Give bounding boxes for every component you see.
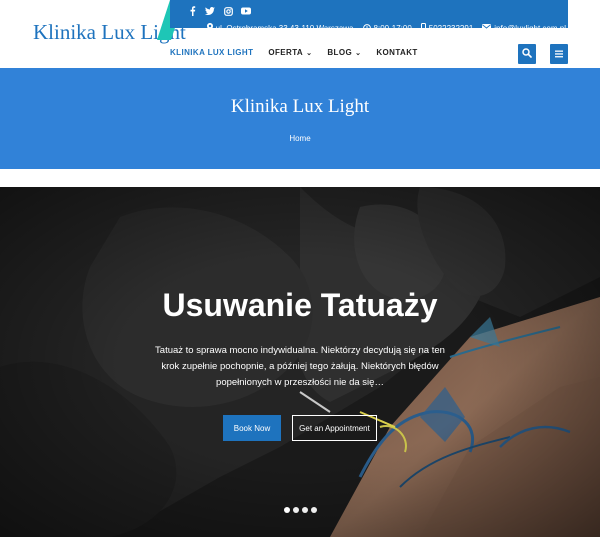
clock-icon [362,23,371,34]
menu-button[interactable] [550,44,568,64]
nav-item-kontakt[interactable]: KONTAKT [376,48,417,57]
twitter-icon[interactable] [205,6,215,16]
slider-dot[interactable] [302,507,308,513]
search-button[interactable] [518,44,536,64]
phone-text[interactable]: 5022232291 [429,24,474,33]
slider-pagination [284,507,317,513]
hours-item: 8:00-17:00 [362,23,412,34]
hamburger-icon [555,45,563,63]
book-now-button[interactable]: Book Now [223,415,281,441]
email-item[interactable]: info@luxlight.com.pl [482,24,566,33]
hero-slider: Usuwanie Tatuaży Tatuaż to sprawa mocno … [0,187,600,537]
address-item: ul. Ostrobramska 33 43-110 Warszawa [206,23,354,34]
slider-dot[interactable] [284,507,290,513]
nav-item-oferta[interactable]: OFERTA ⌄ [268,48,312,57]
get-appointment-button[interactable]: Get an Appointment [292,415,377,441]
youtube-icon[interactable] [241,6,251,16]
nav-item-klinika[interactable]: KLINIKA LUX LIGHT [170,48,253,57]
contact-info: ul. Ostrobramska 33 43-110 Warszawa 8:00… [206,23,566,34]
page-banner: Klinika Lux Light Home [0,68,600,169]
envelope-icon [482,24,492,33]
hero-title: Usuwanie Tatuaży [162,287,438,323]
map-marker-icon [206,23,213,34]
instagram-icon[interactable] [223,6,233,16]
facebook-icon[interactable] [187,6,197,16]
main-nav: KLINIKA LUX LIGHT OFERTA ⌄ BLOG ⌄ KONTAKT [170,48,418,57]
hero-description: Tatuaż to sprawa mocno indywidualna. Nie… [155,345,445,388]
chevron-down-icon: ⌄ [306,50,313,57]
address-text: ul. Ostrobramska 33 43-110 Warszawa [215,24,354,33]
search-icon [522,45,532,63]
breadcrumb[interactable]: Home [0,134,600,143]
site-header: Klinika Lux Light ul. Ostrobramska 33 43… [0,0,600,68]
page-title: Klinika Lux Light [230,96,370,117]
nav-item-blog[interactable]: BLOG ⌄ [327,48,361,57]
phone-icon [420,23,426,34]
nav-item-label: OFERTA [268,48,304,57]
hours-text: 8:00-17:00 [373,24,412,33]
phone-item[interactable]: 5022232291 [420,23,474,34]
slider-dot[interactable] [293,507,299,513]
email-text[interactable]: info@luxlight.com.pl [494,24,566,33]
social-links [187,6,251,16]
chevron-down-icon: ⌄ [355,50,362,57]
nav-item-label: BLOG [327,48,353,57]
slider-dot[interactable] [311,507,317,513]
